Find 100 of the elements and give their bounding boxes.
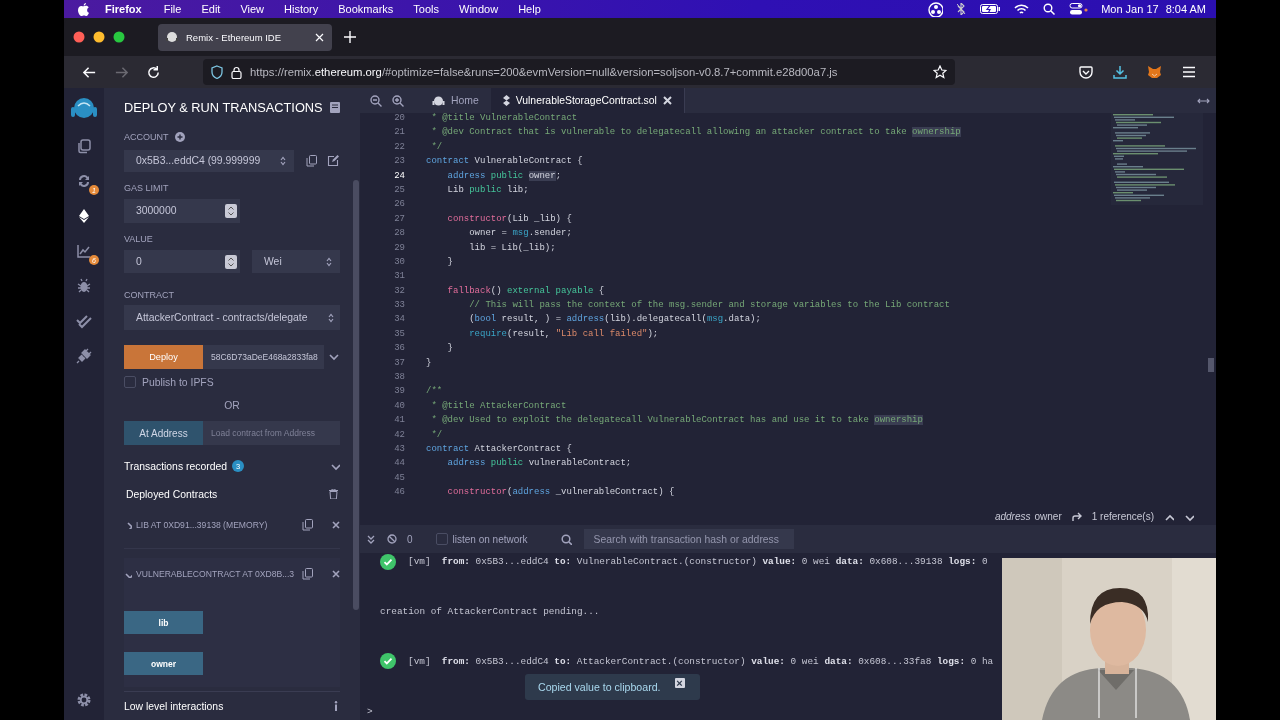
control-center-icon[interactable] (1069, 3, 1090, 15)
copy-icon[interactable] (306, 154, 317, 167)
menu-item[interactable]: History (274, 3, 329, 15)
menu-item[interactable]: View (230, 3, 275, 15)
scrollbar-thumb[interactable] (1208, 358, 1214, 372)
checkbox[interactable] (124, 376, 136, 389)
editor-tab[interactable]: Home (420, 88, 491, 113)
function-button[interactable]: lib (124, 611, 203, 635)
line-number: 37 (393, 356, 405, 370)
contract-instance[interactable]: LIB AT 0XD91...39138 (MEMORY) (124, 515, 340, 536)
close-icon[interactable] (332, 521, 340, 530)
wifi-icon[interactable] (1014, 3, 1030, 15)
line-number: 33 (393, 299, 405, 313)
line-number: 21 (393, 126, 405, 140)
window-control-icon[interactable] (113, 31, 125, 43)
shield-icon[interactable] (211, 65, 223, 79)
zoom-in-icon[interactable] (392, 94, 404, 107)
chevron-down-icon[interactable] (330, 461, 340, 472)
pocket-icon[interactable] (1079, 65, 1093, 79)
browser-tab[interactable]: Remix - Ethereum IDE (158, 23, 332, 51)
window-control-icon[interactable] (93, 31, 105, 43)
value-field[interactable]: 0 (124, 249, 240, 274)
menu-item[interactable]: Window (449, 3, 509, 15)
download-icon[interactable] (1113, 65, 1127, 79)
line-number: 43 (393, 443, 405, 456)
select-value: Wei (264, 256, 283, 267)
menu-item[interactable]: Bookmarks (328, 3, 404, 15)
close-icon[interactable] (662, 96, 672, 105)
field-value: 0 (136, 256, 143, 267)
chevron-right-icon[interactable] (124, 521, 132, 530)
address-bar[interactable]: https://remix.ethereum.org/#optimize=false&runs=200&evmVersion=null&version=soljson-v0.8.7+commit.e28d00a7.js (203, 59, 955, 85)
search-icon[interactable] (1043, 3, 1056, 15)
menu-time: 8:04 AM (1165, 3, 1206, 15)
code-line: /** (426, 385, 443, 399)
gas-limit-field[interactable]: 3000000 (124, 198, 240, 223)
settings-icon[interactable] (76, 692, 92, 708)
recording-icon[interactable] (928, 1, 944, 17)
go-to-icon[interactable] (1071, 512, 1082, 521)
collapse-icon[interactable] (367, 534, 375, 544)
battery-icon[interactable] (980, 4, 1001, 14)
code-line: * @title VulnerableContract (430, 113, 578, 125)
chart-icon (75, 243, 93, 260)
contract-instance[interactable]: VULNERABLECONTRACT AT 0XD8B...3 (124, 564, 340, 585)
zoom-out-icon[interactable] (370, 94, 382, 107)
new-tab-icon[interactable] (344, 31, 356, 43)
spinner-arrows-icon[interactable] (225, 203, 237, 218)
star-icon[interactable] (933, 65, 947, 79)
chevron-down-icon[interactable] (124, 570, 132, 579)
menu-item[interactable]: Tools (403, 3, 449, 15)
copy-icon[interactable] (302, 519, 313, 532)
menu-icon[interactable] (1182, 66, 1196, 78)
lock-icon[interactable] (231, 65, 242, 79)
menu-item[interactable]: File (153, 3, 192, 15)
window-control-icon[interactable] (73, 31, 85, 43)
menu-item[interactable]: Edit (191, 3, 231, 15)
code-line: */ (430, 428, 443, 442)
line-number: 34 (393, 313, 405, 327)
spinner-arrows-icon[interactable] (225, 254, 237, 269)
code-line: // This will pass the context of the msg.sender and storage variables to the Lib contract (468, 299, 950, 313)
fox-icon[interactable] (1147, 65, 1162, 79)
function-button[interactable]: owner (124, 652, 203, 676)
code-line: } (426, 356, 432, 370)
line-number: 36 (393, 342, 405, 356)
url-text: https://remix.ethereum.org/#optimize=false&runs=200&evmVersion=null&version=soljson-v0.8.7+commit.e28d00a7.js (250, 66, 839, 78)
menu-date: Mon Jan 17 (1101, 3, 1159, 15)
unit-select[interactable]: Wei (252, 249, 340, 274)
contract-select[interactable]: AttackerContract - contracts/delegate (124, 305, 340, 331)
bluetooth-icon[interactable] (957, 3, 967, 15)
clear-icon[interactable] (387, 534, 397, 544)
field-label: CONTRACT (124, 290, 174, 301)
line-number: 41 (393, 414, 405, 428)
search-field[interactable]: Search with transaction hash or address (583, 529, 794, 549)
copy-icon[interactable] (302, 568, 313, 581)
trash-icon[interactable] (329, 489, 338, 500)
constructor-args-field[interactable]: 58C6D73aDeE468a2833fa8 (203, 345, 325, 370)
line-number: 29 (393, 241, 405, 255)
line-number: 24 (393, 169, 405, 183)
menu-item[interactable]: Help (508, 3, 551, 15)
checkbox[interactable] (435, 533, 448, 545)
line-number: 38 (393, 371, 405, 385)
terminal-prompt[interactable]: > (367, 705, 373, 717)
account-select[interactable]: 0x5B3...eddC4 (99.999999 (124, 149, 294, 172)
code-line: } (446, 255, 453, 269)
select-value: AttackerContract - contracts/delegate (136, 312, 309, 324)
at-address-button[interactable]: At Address (124, 421, 203, 446)
scrollbar-thumb[interactable] (353, 180, 359, 610)
menu-app-name[interactable]: Firefox (89, 3, 154, 15)
resize-icon[interactable] (1197, 97, 1210, 104)
book-icon[interactable] (330, 102, 340, 114)
search-icon[interactable] (560, 533, 572, 545)
declaration-name[interactable]: owner (1034, 511, 1062, 522)
close-button[interactable]: × (674, 678, 685, 688)
info-icon[interactable] (334, 701, 338, 712)
edit-icon[interactable] (327, 154, 339, 167)
close-icon[interactable] (332, 570, 340, 579)
add-icon[interactable] (174, 131, 185, 142)
editor-tab[interactable]: VulnerableStorageContract.sol (490, 88, 685, 113)
apple-icon[interactable] (78, 2, 89, 16)
select-arrows-icon (280, 155, 286, 166)
line-number: 26 (393, 198, 405, 212)
